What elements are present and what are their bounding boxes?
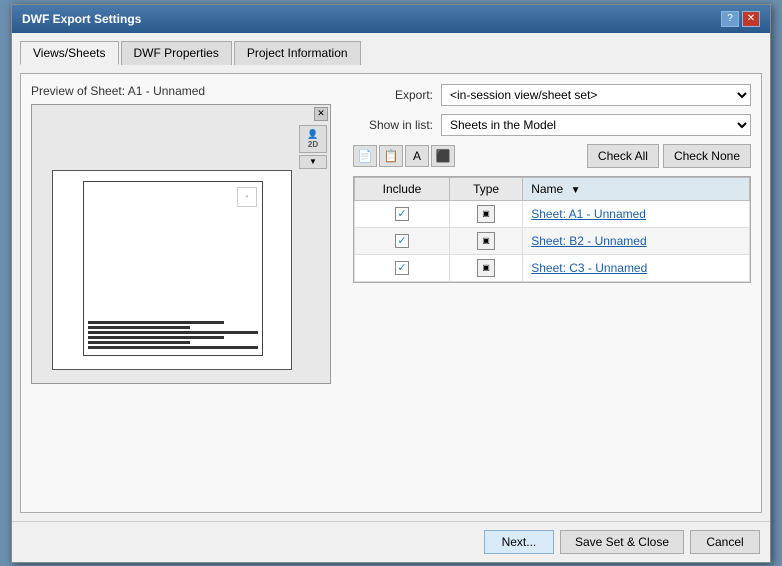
- sheet-type-icon: ▣: [477, 205, 495, 223]
- tab-content: Preview of Sheet: A1 - Unnamed ✕ 👤 2D ▼ …: [20, 73, 762, 513]
- preview-box: ✕ 👤 2D ▼ ✦: [31, 104, 331, 384]
- dialog-body: Views/Sheets DWF Properties Project Info…: [12, 33, 770, 521]
- toolbar-row: 📄 📋 A ⬛ Check All Check: [353, 144, 751, 168]
- sheet-inner: ✦: [83, 181, 263, 356]
- dialog-title: DWF Export Settings: [22, 12, 141, 26]
- preview-close-btn[interactable]: ✕: [314, 107, 328, 121]
- tab-project-information[interactable]: Project Information: [234, 41, 361, 65]
- line5: [88, 341, 190, 344]
- col-name[interactable]: Name ▼: [523, 177, 750, 200]
- preview-expand-button[interactable]: ▼: [299, 155, 327, 169]
- footer: Next... Save Set & Close Cancel: [12, 521, 770, 562]
- include-cell: ✓: [355, 227, 450, 254]
- export-icon: ⬛: [436, 149, 451, 163]
- name-cell: Sheet: C3 - Unnamed: [523, 254, 750, 281]
- include-cell: ✓: [355, 200, 450, 227]
- type-cell: ▣: [449, 227, 522, 254]
- export-label: Export:: [353, 88, 433, 102]
- col-type: Type: [449, 177, 522, 200]
- sheet-name-link[interactable]: Sheet: C3 - Unnamed: [531, 261, 647, 275]
- all-icon: A: [413, 149, 421, 163]
- dwf-export-dialog: DWF Export Settings ? ✕ Views/Sheets DWF…: [11, 4, 771, 563]
- left-panel: Preview of Sheet: A1 - Unnamed ✕ 👤 2D ▼ …: [31, 84, 341, 502]
- sheet-preview: ✦: [52, 170, 292, 370]
- type-cell: ▣: [449, 254, 522, 281]
- 2d-label: 2D: [308, 140, 318, 149]
- toolbar-icons: 📄 📋 A ⬛: [353, 145, 455, 167]
- preview-2d-button[interactable]: 👤 2D: [299, 125, 327, 153]
- preview-toolbar: 👤 2D ▼: [299, 125, 327, 169]
- line1: [88, 321, 224, 324]
- sheet-type-icon: ▣: [477, 259, 495, 277]
- toolbar-icon-1[interactable]: 📄: [353, 145, 377, 167]
- toolbar-icon-3[interactable]: A: [405, 145, 429, 167]
- name-cell: Sheet: A1 - Unnamed: [523, 200, 750, 227]
- preview-label: Preview of Sheet: A1 - Unnamed: [31, 84, 341, 98]
- show-in-list-label: Show in list:: [353, 118, 433, 132]
- col-include: Include: [355, 177, 450, 200]
- help-button[interactable]: ?: [721, 11, 739, 27]
- include-checkbox[interactable]: ✓: [395, 261, 409, 275]
- line3: [88, 331, 258, 334]
- next-button[interactable]: Next...: [484, 530, 554, 554]
- table-row: ✓ ▣ Sheet: B2 - Unnamed: [355, 227, 750, 254]
- toolbar-icon-4[interactable]: ⬛: [431, 145, 455, 167]
- check-none-button[interactable]: Check None: [663, 144, 751, 168]
- table-row: ✓ ▣ Sheet: C3 - Unnamed: [355, 254, 750, 281]
- tabs-bar: Views/Sheets DWF Properties Project Info…: [20, 41, 762, 65]
- tab-views-sheets[interactable]: Views/Sheets: [20, 41, 119, 65]
- line4: [88, 336, 224, 339]
- include-checkbox[interactable]: ✓: [395, 234, 409, 248]
- toolbar-icon-2[interactable]: 📋: [379, 145, 403, 167]
- line2: [88, 326, 190, 329]
- sheets-table-container: Include Type Name ▼ ✓ ▣ Sheet: A1 - Unname…: [353, 176, 751, 283]
- show-in-list-row: Show in list: Sheets in the Model: [353, 114, 751, 136]
- sheets-table: Include Type Name ▼ ✓ ▣ Sheet: A1 - Unname…: [354, 177, 750, 282]
- title-bar: DWF Export Settings ? ✕: [12, 5, 770, 33]
- sheet-lines: [84, 235, 262, 355]
- export-row: Export: <in-session view/sheet set>: [353, 84, 751, 106]
- type-cell: ▣: [449, 200, 522, 227]
- save-close-button[interactable]: Save Set & Close: [560, 530, 684, 554]
- name-cell: Sheet: B2 - Unnamed: [523, 227, 750, 254]
- sheet-name-link[interactable]: Sheet: A1 - Unnamed: [531, 207, 646, 221]
- copy-icon: 📋: [384, 149, 399, 163]
- right-panel: Export: <in-session view/sheet set> Show…: [353, 84, 751, 502]
- table-row: ✓ ▣ Sheet: A1 - Unnamed: [355, 200, 750, 227]
- sheet-stamp: ✦: [237, 187, 257, 207]
- include-cell: ✓: [355, 254, 450, 281]
- sheet-type-icon: ▣: [477, 232, 495, 250]
- include-checkbox[interactable]: ✓: [395, 207, 409, 221]
- add-icon: 📄: [358, 149, 373, 163]
- title-bar-buttons: ? ✕: [721, 11, 760, 27]
- export-select[interactable]: <in-session view/sheet set>: [441, 84, 751, 106]
- person-icon: 👤: [307, 129, 318, 140]
- show-in-list-select[interactable]: Sheets in the Model: [441, 114, 751, 136]
- sheet-name-link[interactable]: Sheet: B2 - Unnamed: [531, 234, 646, 248]
- line6: [88, 346, 258, 349]
- tab-dwf-properties[interactable]: DWF Properties: [121, 41, 232, 65]
- cancel-button[interactable]: Cancel: [690, 530, 760, 554]
- close-button[interactable]: ✕: [742, 11, 760, 27]
- sort-arrow: ▼: [571, 185, 581, 196]
- check-all-button[interactable]: Check All: [587, 144, 659, 168]
